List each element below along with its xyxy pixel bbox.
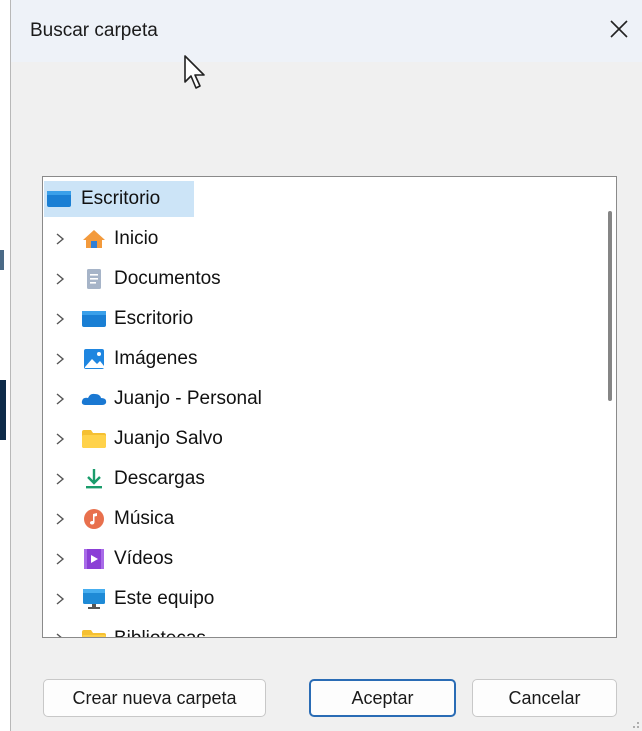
ok-button[interactable]: Aceptar	[309, 679, 456, 717]
cancel-button[interactable]: Cancelar	[472, 679, 617, 717]
tree-item[interactable]: Juanjo - Personal	[43, 380, 262, 418]
chevron-right-icon[interactable]	[48, 427, 72, 451]
close-icon	[610, 20, 628, 38]
background-window-edge	[0, 0, 10, 731]
tree-root-desktop[interactable]: Escritorio	[44, 181, 194, 217]
background-stripe	[0, 250, 4, 270]
libraries-folder-icon	[80, 627, 108, 637]
close-button[interactable]	[596, 6, 642, 52]
documents-icon	[80, 267, 108, 291]
chevron-right-icon[interactable]	[48, 507, 72, 531]
user-folder-icon	[80, 427, 108, 451]
chevron-right-icon[interactable]	[48, 467, 72, 491]
tree-item[interactable]: Inicio	[43, 220, 158, 258]
desktop-folder-icon	[45, 187, 73, 211]
tree-item[interactable]: Imágenes	[43, 340, 197, 378]
chevron-right-icon[interactable]	[48, 267, 72, 291]
tree-item-label: Juanjo - Personal	[114, 388, 262, 409]
title-bar[interactable]: Buscar carpeta	[11, 0, 642, 62]
chevron-right-icon[interactable]	[48, 587, 72, 611]
tree-item[interactable]: Vídeos	[43, 540, 173, 578]
tree-item[interactable]: Descargas	[43, 460, 205, 498]
music-icon	[80, 507, 108, 531]
desktop-folder-icon	[80, 307, 108, 331]
vertical-scrollbar[interactable]	[608, 211, 612, 401]
tree-item-label: Música	[114, 508, 175, 529]
tree-item[interactable]: Documentos	[43, 260, 221, 298]
browse-folder-dialog: Buscar carpeta Escritorio Inicio Document…	[10, 0, 642, 731]
chevron-right-icon[interactable]	[48, 347, 72, 371]
pictures-icon	[80, 347, 108, 371]
chevron-right-icon[interactable]	[48, 227, 72, 251]
tree-item-label: Escritorio	[114, 308, 194, 329]
tree-item-label: Imágenes	[114, 348, 198, 369]
tree-item[interactable]: Este equipo	[43, 580, 214, 618]
chevron-right-icon[interactable]	[48, 547, 72, 571]
chevron-right-icon[interactable]	[48, 307, 72, 331]
tree-item[interactable]: Música	[43, 500, 174, 538]
computer-icon	[80, 587, 108, 611]
tree-item-label: Descargas	[114, 468, 205, 489]
tree-item-label: Juanjo Salvo	[114, 428, 223, 449]
tree-item-label: Bibliotecas	[114, 628, 206, 637]
tree-item[interactable]: Bibliotecas	[43, 620, 206, 637]
videos-icon	[80, 547, 108, 571]
tree-item-label: Documentos	[114, 268, 221, 289]
tree-item[interactable]: Escritorio	[43, 300, 193, 338]
new-folder-button[interactable]: Crear nueva carpeta	[43, 679, 266, 717]
tree-item-label: Escritorio	[81, 188, 161, 209]
downloads-icon	[80, 467, 108, 491]
chevron-right-icon[interactable]	[48, 627, 72, 637]
folder-tree[interactable]: Escritorio Inicio Documentos Escritorio Imá…	[42, 176, 617, 638]
background-stripe	[0, 380, 6, 440]
mouse-pointer-icon	[184, 55, 205, 89]
home-icon	[80, 227, 108, 251]
onedrive-cloud-icon	[80, 387, 108, 411]
dialog-title: Buscar carpeta	[30, 20, 158, 41]
tree-item-label: Inicio	[114, 228, 159, 249]
tree-item[interactable]: Juanjo Salvo	[43, 420, 223, 458]
chevron-right-icon[interactable]	[48, 387, 72, 411]
resize-grip-icon[interactable]	[630, 719, 640, 729]
tree-item-label: Vídeos	[114, 548, 174, 569]
tree-item-label: Este equipo	[114, 588, 215, 609]
